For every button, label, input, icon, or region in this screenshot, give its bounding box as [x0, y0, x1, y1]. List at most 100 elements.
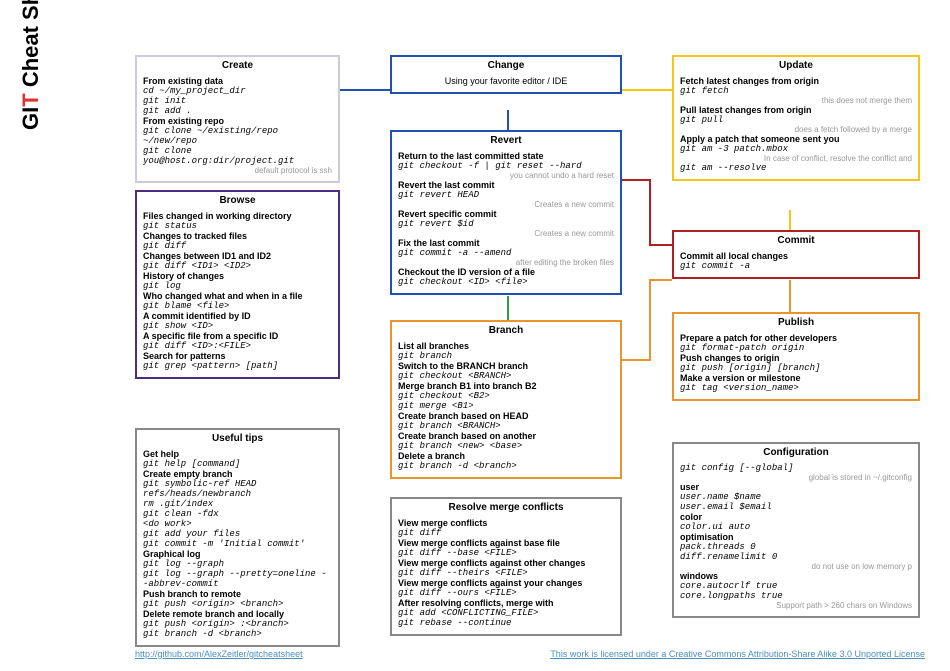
change-heading: Change: [398, 60, 614, 71]
cmd: user.name $name: [680, 492, 912, 502]
cmd: git branch: [398, 351, 614, 361]
cmd: git help [command]: [143, 459, 332, 469]
cmd: git pull: [680, 115, 912, 125]
lbl: List all branches: [398, 341, 469, 351]
cmd: git status: [143, 221, 332, 231]
cmd: git checkout <BRANCH>: [398, 371, 614, 381]
resolve-heading: Resolve merge conflicts: [398, 502, 614, 513]
note: Support path > 260 chars on Windows: [680, 601, 912, 610]
lbl: Create empty branch: [143, 469, 233, 479]
cmd: git push <origin> <branch>: [143, 599, 332, 609]
cmd: git revert $id: [398, 219, 614, 229]
cmd: git commit -a --amend: [398, 248, 614, 258]
cmd: git show <ID>: [143, 321, 332, 331]
cmd: git fetch: [680, 86, 912, 96]
note: global is stored in ~/.gitconfig: [680, 473, 912, 482]
note: Creates a new commit: [398, 229, 614, 238]
cmd: git add <CONFLICTING_FILE>: [398, 608, 614, 618]
cmd: git diff --base <FILE>: [398, 548, 614, 558]
page-title: GIT Cheat Sheet: [18, 0, 44, 130]
lbl: Commit all local changes: [680, 251, 788, 261]
cmd: git config [--global]: [680, 463, 912, 473]
cmd: git clone ~/existing/repo ~/new/repo: [143, 126, 332, 146]
note: default protocol is ssh: [143, 166, 332, 175]
cmd: cd ~/my_project_dir: [143, 86, 332, 96]
source-link[interactable]: http://github.com/AlexZeitler/gitcheatsh…: [135, 649, 303, 659]
lbl: Changes between ID1 and ID2: [143, 251, 271, 261]
cmd: git am -3 patch.mbox: [680, 144, 912, 154]
cmd: git clean -fdx: [143, 509, 332, 519]
note: do not use on low memory p: [680, 562, 912, 571]
note: this does not merge them: [680, 96, 912, 105]
cmd: git diff: [143, 241, 332, 251]
config-box: Configuration git config [--global]globa…: [672, 442, 920, 618]
cmd: git branch -d <branch>: [398, 461, 614, 471]
lbl: Create branch based on another: [398, 431, 536, 441]
lbl: View merge conflicts against base file: [398, 538, 560, 548]
cmd: git revert HEAD: [398, 190, 614, 200]
cmd: git merge <B1>: [398, 401, 614, 411]
browse-box: Browse Files changed in working director…: [135, 190, 340, 379]
cmd: git diff <ID1> <ID2>: [143, 261, 332, 271]
cmd: git clone you@host.org:dir/project.git: [143, 146, 332, 166]
lbl: Get help: [143, 449, 179, 459]
lbl: View merge conflicts: [398, 518, 487, 528]
cmd: git blame <file>: [143, 301, 332, 311]
cmd: git commit -a: [680, 261, 912, 271]
publish-box: Publish Prepare a patch for other develo…: [672, 312, 920, 401]
license-link[interactable]: This work is licensed under a Creative C…: [550, 649, 925, 659]
create-box: Create From existing data cd ~/my_projec…: [135, 55, 340, 183]
lbl: Who changed what and when in a file: [143, 291, 303, 301]
cmd: git branch <BRANCH>: [398, 421, 614, 431]
tips-heading: Useful tips: [143, 433, 332, 444]
config-heading: Configuration: [680, 447, 912, 458]
lbl: Apply a patch that someone sent you: [680, 134, 840, 144]
cmd: git checkout <B2>: [398, 391, 614, 401]
lbl: windows: [680, 571, 718, 581]
lbl: Push branch to remote: [143, 589, 241, 599]
lbl: A specific file from a specific ID: [143, 331, 278, 341]
cmd: core.autocrlf true: [680, 581, 912, 591]
note: after editing the broken files: [398, 258, 614, 267]
lbl: Pull latest changes from origin: [680, 105, 812, 115]
cmd: git branch <new> <base>: [398, 441, 614, 451]
cmd: diff.renamelimit 0: [680, 552, 912, 562]
lbl: Create branch based on HEAD: [398, 411, 529, 421]
lbl: Merge branch B1 into branch B2: [398, 381, 537, 391]
tips-box: Useful tips Get helpgit help [command] C…: [135, 428, 340, 647]
cmd: git rebase --continue: [398, 618, 614, 628]
lbl: Revert the last commit: [398, 180, 495, 190]
branch-heading: Branch: [398, 325, 614, 336]
cmd: git log: [143, 281, 332, 291]
change-box: Change Using your favorite editor / IDE: [390, 55, 622, 94]
cmd: git push [origin] [branch]: [680, 363, 912, 373]
cmd: git add your files: [143, 529, 332, 539]
cmd: pack.threads 0: [680, 542, 912, 552]
lbl: Switch to the BRANCH branch: [398, 361, 528, 371]
note: does a fetch followed by a merge: [680, 125, 912, 134]
cmd: git push <origin> :<branch>: [143, 619, 332, 629]
lbl: Search for patterns: [143, 351, 226, 361]
lbl: color: [680, 512, 702, 522]
browse-heading: Browse: [143, 195, 332, 206]
create-label-existing-repo: From existing repo: [143, 116, 224, 126]
commit-box: Commit Commit all local changesgit commi…: [672, 230, 920, 279]
lbl: View merge conflicts against other chang…: [398, 558, 585, 568]
cmd: git grep <pattern> [path]: [143, 361, 332, 371]
lbl: Return to the last committed state: [398, 151, 544, 161]
lbl: user: [680, 482, 699, 492]
lbl: Delete remote branch and locally: [143, 609, 284, 619]
cmd: git diff --theirs <FILE>: [398, 568, 614, 578]
lbl: Checkout the ID version of a file: [398, 267, 535, 277]
cmd: rm .git/index: [143, 499, 332, 509]
branch-box: Branch List all branchesgit branch Switc…: [390, 320, 622, 479]
cmd: user.email $email: [680, 502, 912, 512]
cmd: git log --graph: [143, 559, 332, 569]
lbl: Make a version or milestone: [680, 373, 801, 383]
cmd: git add .: [143, 106, 332, 116]
cmd: git branch -d <branch>: [143, 629, 332, 639]
create-heading: Create: [143, 60, 332, 71]
cmd: git commit -m 'Initial commit': [143, 539, 332, 549]
lbl: Changes to tracked files: [143, 231, 247, 241]
cmd: git symbolic-ref HEAD refs/heads/newbran…: [143, 479, 332, 499]
